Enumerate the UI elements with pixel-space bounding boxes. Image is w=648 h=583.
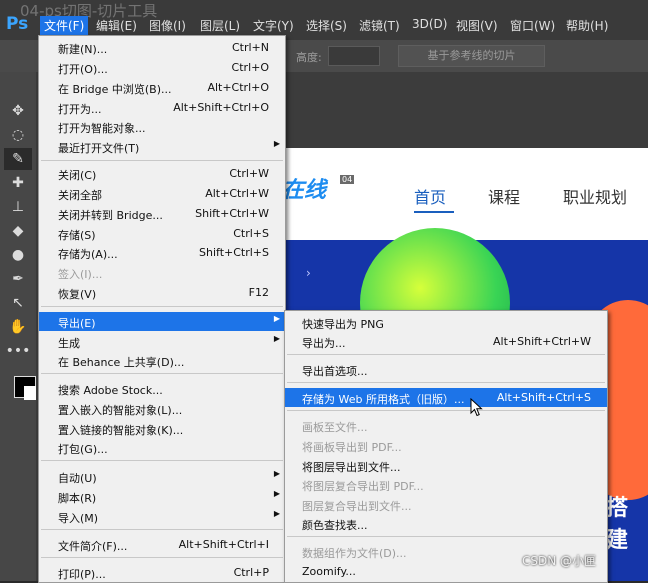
- menu-select[interactable]: 选择(S): [302, 16, 351, 35]
- menu-type[interactable]: 文字(Y): [249, 16, 298, 35]
- menu-item-package[interactable]: 打包(G)...: [39, 438, 285, 457]
- menu-item-open[interactable]: 打开(O)... Ctrl+O: [39, 58, 285, 77]
- blur-icon[interactable]: ●: [4, 244, 32, 266]
- mouse-cursor-icon: [470, 398, 483, 417]
- nav-active-underline: [414, 211, 454, 213]
- menu-item-save-for-web[interactable]: 存储为 Web 所用格式（旧版）... Alt+Shift+Ctrl+S: [285, 388, 607, 407]
- menu-3d[interactable]: 3D(D): [408, 16, 451, 32]
- menu-item-close-go-bridge[interactable]: 关闭并转到 Bridge... Shift+Ctrl+W: [39, 204, 285, 223]
- submenu-arrow-icon: ▶: [273, 509, 280, 518]
- menu-item-scripts[interactable]: 脚本(R) ▶: [39, 487, 285, 506]
- nav-career: 职业规划: [563, 188, 628, 207]
- stamp-icon[interactable]: ⊥: [4, 196, 32, 218]
- slice-number-badge: 04: [340, 175, 355, 184]
- height-field[interactable]: [328, 46, 380, 66]
- menu-separator: [287, 354, 605, 355]
- menu-view[interactable]: 视图(V): [452, 16, 502, 35]
- menu-help[interactable]: 帮助(H): [562, 16, 612, 35]
- menu-item-new[interactable]: 新建(N)... Ctrl+N: [39, 38, 285, 57]
- menu-item-open-as[interactable]: 打开为... Alt+Shift+Ctrl+O: [39, 98, 285, 117]
- submenu-arrow-icon: ▶: [273, 139, 280, 148]
- menu-window[interactable]: 窗口(W): [506, 16, 559, 35]
- eraser-icon[interactable]: ◆: [4, 220, 32, 242]
- menu-item-share-behance[interactable]: 在 Behance 上共享(D)...: [39, 351, 285, 370]
- menu-item-export-preferences[interactable]: 导出首选项...: [285, 360, 607, 379]
- menu-item-open-smart-object[interactable]: 打开为智能对象...: [39, 117, 285, 136]
- menu-item-artboards-to-files: 画板至文件...: [302, 421, 368, 434]
- slices-from-guides-button[interactable]: 基于参考线的切片: [398, 45, 545, 67]
- menu-item-check-in: 签入(I)...: [58, 268, 103, 281]
- menu-image[interactable]: 图像(I): [145, 16, 190, 35]
- menu-item-save-as[interactable]: 存储为(A)... Shift+Ctrl+S: [39, 243, 285, 262]
- file-menu: 新建(N)... Ctrl+N 打开(O)... Ctrl+O 在 Bridge 中…: [38, 35, 286, 583]
- menu-item-quick-export-png[interactable]: 快速导出为 PNG: [285, 313, 607, 332]
- hand-icon[interactable]: ✋: [4, 316, 32, 338]
- more-icon[interactable]: •••: [4, 340, 32, 362]
- menu-item-color-lookup-tables[interactable]: 颜色查找表...: [285, 514, 607, 533]
- menu-item-artboards-to-pdf: 将画板导出到 PDF...: [302, 441, 402, 454]
- submenu-arrow-icon: ▶: [273, 314, 280, 323]
- menu-bar: 04-ps切图-切片工具 Ps 文件(F) 编辑(E) 图像(I) 图层(L) …: [0, 0, 648, 40]
- csdn-watermark: CSDN @小匣: [522, 554, 597, 568]
- menu-separator: [287, 536, 605, 537]
- menu-item-recent-files[interactable]: 最近打开文件(T) ▶: [39, 137, 285, 156]
- menu-item-layer-comps-to-files: 图层复合导出到文件...: [302, 500, 412, 513]
- menu-separator: [287, 410, 605, 411]
- export-submenu: 快速导出为 PNG 导出为... Alt+Shift+Ctrl+W 导出首选项..…: [284, 310, 608, 583]
- healing-icon[interactable]: ✚: [4, 172, 32, 194]
- menu-item-export-as[interactable]: 导出为... Alt+Shift+Ctrl+W: [285, 332, 607, 351]
- banner-arrow-icon: ›: [306, 266, 311, 280]
- menu-item-layers-to-files[interactable]: 将图层导出到文件...: [285, 456, 607, 475]
- menu-item-revert[interactable]: 恢复(V) F12: [39, 283, 285, 302]
- menu-separator: [41, 306, 283, 307]
- menu-separator: [41, 529, 283, 530]
- menu-item-file-info[interactable]: 文件简介(F)... Alt+Shift+Ctrl+I: [39, 535, 285, 554]
- tool-panel: ✥ ◌ ✎ ✚ ⊥ ◆ ● ✒ ↖ ✋ •••: [0, 72, 38, 581]
- menu-separator: [41, 160, 283, 161]
- menu-separator: [41, 557, 283, 558]
- menu-filter[interactable]: 滤镜(T): [355, 16, 404, 35]
- nav-home: 首页: [414, 188, 447, 207]
- pen-icon[interactable]: ✒: [4, 268, 32, 290]
- submenu-arrow-icon: ▶: [273, 334, 280, 343]
- menu-item-search-stock[interactable]: 搜索 Adobe Stock...: [39, 379, 285, 398]
- banner-text: 搭建: [606, 496, 629, 553]
- menu-item-generate[interactable]: 生成 ▶: [39, 332, 285, 351]
- menu-item-print[interactable]: 打印(P)... Ctrl+P: [39, 563, 285, 582]
- move-icon[interactable]: ✥: [4, 100, 32, 122]
- menu-separator: [287, 382, 605, 383]
- menu-separator: [41, 373, 283, 374]
- photoshop-logo: Ps: [6, 14, 29, 34]
- height-label: 高度:: [296, 51, 322, 64]
- menu-item-close[interactable]: 关闭(C) Ctrl+W: [39, 164, 285, 183]
- menu-item-save[interactable]: 存储(S) Ctrl+S: [39, 224, 285, 243]
- menu-item-import[interactable]: 导入(M) ▶: [39, 507, 285, 526]
- slice-icon[interactable]: ✎: [4, 148, 32, 170]
- menu-item-browse-bridge[interactable]: 在 Bridge 中浏览(B)... Alt+Ctrl+O: [39, 78, 285, 97]
- menu-item-automate[interactable]: 自动(U) ▶: [39, 467, 285, 486]
- menu-item-close-all[interactable]: 关闭全部 Alt+Ctrl+W: [39, 184, 285, 203]
- menu-layer[interactable]: 图层(L): [196, 16, 244, 35]
- menu-separator: [41, 460, 283, 461]
- path-select-icon[interactable]: ↖: [4, 292, 32, 314]
- menu-edit[interactable]: 编辑(E): [92, 16, 141, 35]
- submenu-arrow-icon: ▶: [273, 469, 280, 478]
- submenu-arrow-icon: ▶: [273, 489, 280, 498]
- lasso-icon[interactable]: ◌: [4, 124, 32, 146]
- menu-item-export[interactable]: 导出(E) ▶: [39, 312, 285, 331]
- menu-item-place-embedded[interactable]: 置入嵌入的智能对象(L)...: [39, 399, 285, 418]
- menu-item-layer-comps-to-pdf: 将图层复合导出到 PDF...: [302, 480, 424, 493]
- menu-file[interactable]: 文件(F): [40, 16, 89, 35]
- site-logo: 在线: [282, 178, 327, 203]
- menu-item-place-linked[interactable]: 置入链接的智能对象(K)...: [39, 419, 285, 438]
- nav-courses: 课程: [488, 188, 521, 207]
